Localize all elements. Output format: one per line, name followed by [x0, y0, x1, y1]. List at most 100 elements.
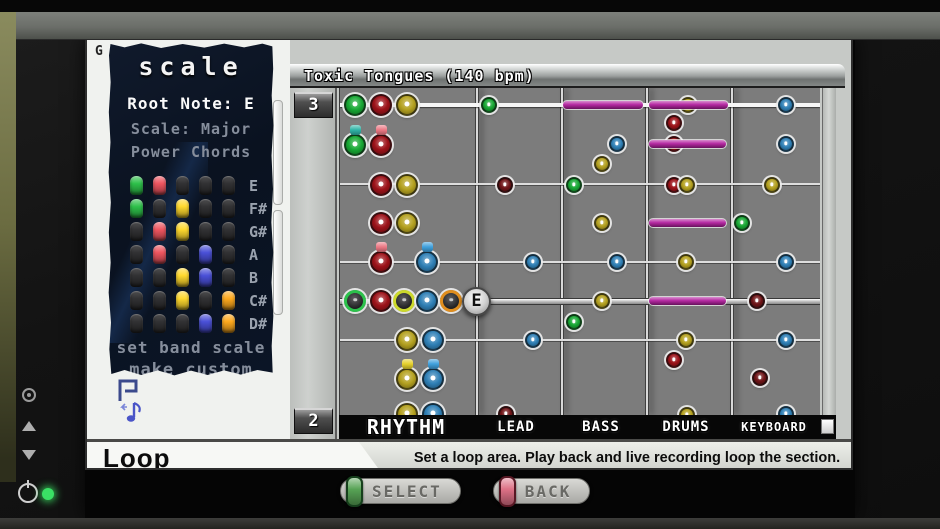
fret-button-off[interactable] [153, 314, 166, 333]
track-label-lead[interactable]: LEAD [497, 419, 535, 435]
note-rhythm-blue[interactable] [422, 368, 444, 390]
fret-button-green[interactable] [130, 176, 143, 195]
note-drums-yellow[interactable] [679, 177, 695, 193]
note-keyboard-blue[interactable] [778, 136, 794, 152]
note-rhythm-orange[interactable] [440, 290, 462, 312]
scrollbar-thumb[interactable] [821, 419, 834, 434]
note-drums-yellow[interactable] [679, 407, 695, 415]
accent-tab-blue[interactable] [428, 359, 439, 369]
power-icon[interactable] [18, 483, 38, 503]
fret-button-off[interactable] [176, 314, 189, 333]
fret-button-off[interactable] [199, 199, 212, 218]
note-rhythm-blue[interactable] [422, 403, 444, 415]
note-rhythm-blue[interactable] [416, 290, 438, 312]
fret-button-green[interactable] [130, 199, 143, 218]
note-grid[interactable]: E [339, 88, 820, 415]
accent-tab-pink[interactable] [376, 242, 387, 252]
note-drums-yellow[interactable] [678, 332, 694, 348]
fret-button-off[interactable] [176, 176, 189, 195]
note-keyboard-green[interactable] [734, 215, 750, 231]
track-label-bass[interactable]: BASS [582, 419, 620, 435]
note-rhythm-yellow[interactable] [396, 212, 418, 234]
fret-button-off[interactable] [130, 314, 143, 333]
note-rhythm-blue[interactable] [416, 251, 438, 273]
note-drums-yellow[interactable] [678, 254, 694, 270]
note-keyboard-yellow[interactable] [764, 177, 780, 193]
playhead-marker[interactable]: E [462, 287, 491, 316]
note-keyboard-darkred[interactable] [749, 293, 765, 309]
pane-scrollbar-upper[interactable] [273, 100, 283, 205]
fret-button-red[interactable] [153, 176, 166, 195]
note-rhythm-green[interactable] [344, 94, 366, 116]
fret-button-yellow[interactable] [176, 222, 189, 241]
channel-down-icon[interactable] [22, 450, 36, 460]
note-lead-blue[interactable] [525, 332, 541, 348]
note-keyboard-blue[interactable] [778, 332, 794, 348]
note-rhythm-red[interactable] [370, 134, 392, 156]
fret-button-off[interactable] [153, 199, 166, 218]
accent-tab-pink[interactable] [376, 125, 387, 135]
track-label-drums[interactable]: DRUMS [662, 419, 709, 435]
note-rhythm-red[interactable] [370, 174, 392, 196]
note-keyboard-blue[interactable] [778, 254, 794, 270]
fret-button-yellow[interactable] [176, 268, 189, 287]
accent-tab-yellow[interactable] [402, 359, 413, 369]
sustain-bar-drums[interactable] [649, 297, 726, 305]
fret-button-off[interactable] [222, 199, 235, 218]
fret-button-blue[interactable] [199, 245, 212, 264]
fret-button-off[interactable] [130, 291, 143, 310]
note-bass-blue[interactable] [609, 136, 625, 152]
fret-button-red[interactable] [153, 245, 166, 264]
note-rhythm-green[interactable] [344, 290, 366, 312]
grid-scrollbar[interactable] [822, 88, 836, 415]
fret-button-orange[interactable] [222, 314, 235, 333]
fret-button-off[interactable] [199, 291, 212, 310]
fret-button-yellow[interactable] [176, 199, 189, 218]
note-bass-yellow[interactable] [594, 215, 610, 231]
sustain-bar-drums[interactable] [649, 101, 728, 109]
note-rhythm-green[interactable] [344, 134, 366, 156]
note-keyboard-blue[interactable] [778, 97, 794, 113]
fret-button-off[interactable] [222, 268, 235, 287]
fret-button-off[interactable] [130, 245, 143, 264]
fret-button-blue[interactable] [199, 314, 212, 333]
fret-button-off[interactable] [199, 176, 212, 195]
fret-button-blue[interactable] [199, 268, 212, 287]
sustain-bar-drums[interactable] [649, 219, 726, 227]
track-label-rhythm[interactable]: RHYTHM [367, 415, 445, 439]
track-label-keyboard[interactable]: KEYBOARD [741, 420, 807, 434]
scale-type-label[interactable]: Scale: Major [108, 120, 274, 138]
note-bass-green[interactable] [566, 314, 582, 330]
fret-button-off[interactable] [153, 291, 166, 310]
fret-button-off[interactable] [153, 268, 166, 287]
fret-button-off[interactable] [222, 222, 235, 241]
note-rhythm-yellow[interactable] [393, 290, 415, 312]
accent-tab-teal[interactable] [350, 125, 361, 135]
fret-button-red[interactable] [153, 222, 166, 241]
fret-button-off[interactable] [222, 245, 235, 264]
fret-button-off[interactable] [222, 176, 235, 195]
note-keyboard-blue[interactable] [778, 406, 794, 415]
accent-tab-blue[interactable] [422, 242, 433, 252]
fret-button-off[interactable] [199, 222, 212, 241]
note-rhythm-yellow[interactable] [396, 368, 418, 390]
note-rhythm-red[interactable] [370, 251, 392, 273]
music-note-icon[interactable] [117, 400, 145, 430]
note-drums-red[interactable] [666, 352, 682, 368]
note-bass-blue[interactable] [609, 254, 625, 270]
note-lead-darkred[interactable] [497, 177, 513, 193]
back-button[interactable]: BACK [493, 478, 591, 504]
note-rhythm-yellow[interactable] [396, 94, 418, 116]
fret-button-off[interactable] [130, 268, 143, 287]
note-rhythm-yellow[interactable] [396, 174, 418, 196]
pane-scrollbar-lower[interactable] [273, 210, 283, 315]
note-lead-green[interactable] [481, 97, 497, 113]
select-button[interactable]: SELECT [340, 478, 461, 504]
sustain-bar-bass[interactable] [563, 101, 643, 109]
note-drums-red[interactable] [666, 115, 682, 131]
note-rhythm-blue[interactable] [422, 329, 444, 351]
note-rhythm-yellow[interactable] [396, 329, 418, 351]
note-rhythm-yellow[interactable] [396, 403, 418, 415]
note-rhythm-red[interactable] [370, 212, 392, 234]
fret-button-orange[interactable] [222, 291, 235, 310]
